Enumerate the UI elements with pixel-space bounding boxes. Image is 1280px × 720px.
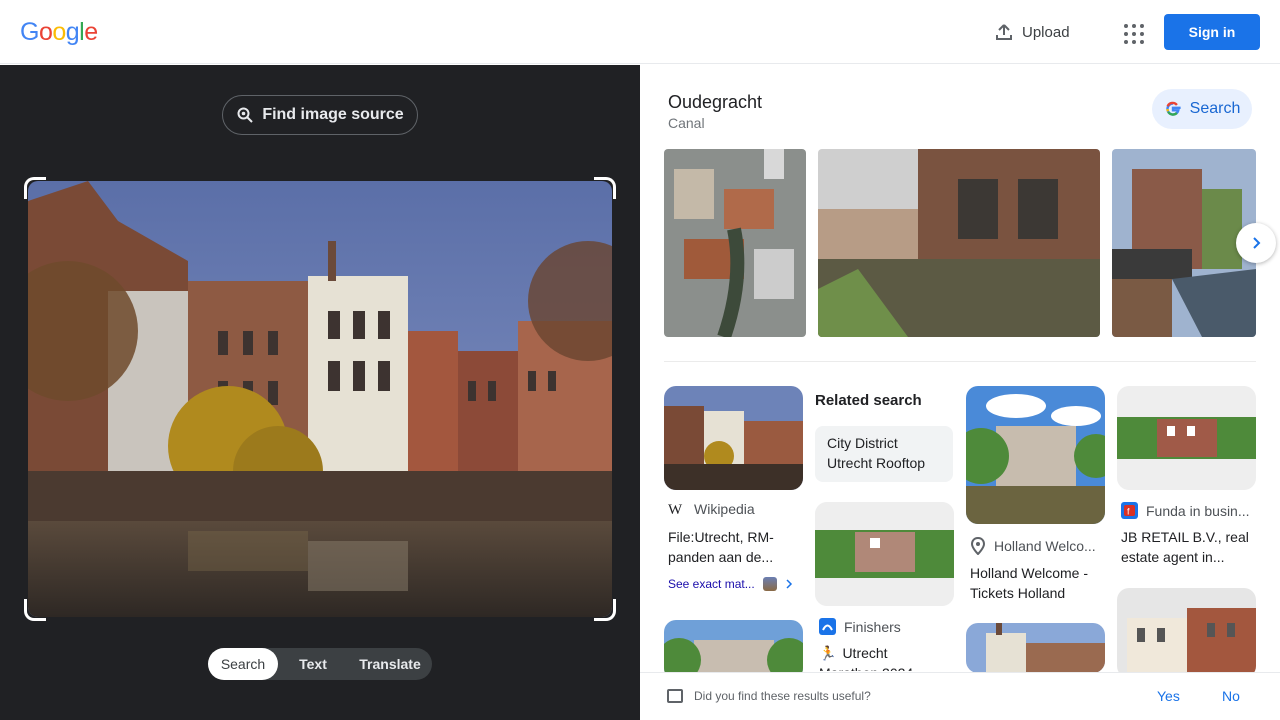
entity-image[interactable] (664, 149, 806, 337)
result-thumbnail[interactable] (815, 502, 954, 606)
crop-handle-bottom-right[interactable] (594, 599, 616, 621)
result-title-text: Utrecht (842, 645, 888, 661)
result-source[interactable]: Finishers (819, 618, 901, 635)
next-images-button[interactable] (1236, 223, 1276, 263)
chip-line: Utrecht Rooftop (827, 455, 926, 471)
upload-label: Upload (1022, 23, 1070, 41)
feedback-no-button[interactable]: No (1222, 688, 1240, 704)
lens-search-icon (237, 107, 254, 123)
source-name: Finishers (844, 618, 901, 635)
feedback-question: Did you find these results useful? (694, 689, 871, 703)
result-source[interactable]: Holland Welco... (970, 537, 1096, 555)
feedback-yes-button[interactable]: Yes (1157, 688, 1180, 704)
source-name: Holland Welco... (994, 538, 1096, 554)
source-name: Funda in busin... (1146, 502, 1250, 519)
find-source-label: Find image source (262, 106, 404, 123)
tab-search[interactable]: Search (208, 648, 278, 680)
runner-icon: 🏃 (819, 645, 837, 661)
logo-letter: o (38, 18, 53, 46)
result-title-line: Marathon 2024 (819, 663, 949, 671)
logo-letter: g (65, 18, 80, 46)
entity-subtitle: Canal (668, 115, 705, 131)
result-title[interactable]: Holland Welcome - Tickets Holland (970, 563, 1110, 603)
crop-handle-top-right[interactable] (594, 177, 616, 199)
results-panel: Oudegracht Canal Search W Wikipedia File… (640, 65, 1280, 720)
result-title-line: File:Utrecht, RM- (668, 529, 774, 545)
feedback-icon (667, 689, 683, 703)
logo-letter: e (84, 18, 98, 46)
chevron-right-icon (786, 579, 792, 589)
crop-handle-top-left[interactable] (24, 177, 46, 199)
finishers-logo-icon (819, 618, 836, 635)
result-thumbnail[interactable] (664, 620, 803, 680)
result-title[interactable]: File:Utrecht, RM- panden aan de... (668, 527, 808, 567)
entity-title[interactable]: Oudegracht (668, 92, 762, 113)
image-query-panel: Find image source Search Text Translate (0, 65, 640, 720)
logo-letter: o (52, 18, 66, 46)
svg-text:W: W (668, 502, 683, 517)
related-search-chip[interactable]: City District Utrecht Rooftop (815, 426, 953, 482)
crop-handle-bottom-left[interactable] (24, 599, 46, 621)
divider (664, 361, 1256, 362)
query-image (28, 181, 612, 617)
upload-button[interactable]: Upload (988, 16, 1076, 48)
top-bar: Google Upload Sign in (0, 0, 1280, 64)
result-title[interactable]: 🏃 Utrecht Marathon 2024 (819, 643, 949, 671)
result-thumbnail[interactable] (966, 623, 1105, 673)
result-thumbnail[interactable] (664, 386, 803, 490)
result-title-line: 🏃 Utrecht (819, 643, 949, 663)
chevron-right-icon (1253, 237, 1261, 249)
result-title-line: Holland Welcome - (970, 565, 1089, 581)
google-search-button[interactable]: Search (1152, 89, 1252, 129)
entity-image[interactable] (1112, 149, 1256, 337)
exact-match-thumbnail (762, 577, 777, 591)
apps-grid-icon[interactable] (1118, 18, 1146, 46)
google-logo[interactable]: Google (20, 18, 98, 47)
upload-icon (996, 24, 1012, 40)
see-exact-matches-label: See exact mat... (668, 577, 755, 591)
entity-image[interactable] (818, 149, 1100, 337)
logo-letter: G (20, 18, 39, 46)
crop-selection[interactable] (24, 177, 616, 621)
location-pin-icon (970, 537, 986, 555)
feedback-bar: Did you find these results useful? Yes N… (640, 672, 1280, 720)
related-search-heading: Related search (815, 392, 922, 409)
result-thumbnail[interactable] (966, 386, 1105, 524)
find-image-source-button[interactable]: Find image source (222, 95, 418, 135)
see-exact-matches-link[interactable]: See exact mat... (668, 577, 793, 591)
tab-translate[interactable]: Translate (348, 648, 432, 680)
result-source[interactable]: W Wikipedia (668, 501, 755, 517)
wikipedia-icon: W (668, 502, 683, 517)
google-search-label: Search (1189, 100, 1241, 117)
result-title-line: estate agent in... (1121, 549, 1225, 565)
chip-line: City District (827, 435, 898, 451)
funda-logo-icon: f (1121, 502, 1138, 519)
google-g-icon (1165, 101, 1181, 116)
result-thumbnail[interactable] (1117, 386, 1256, 490)
result-title[interactable]: JB RETAIL B.V., real estate agent in... (1121, 527, 1261, 567)
result-title-line: Tickets Holland (970, 585, 1066, 601)
source-name: Wikipedia (694, 501, 755, 517)
result-thumbnail[interactable] (1117, 588, 1256, 678)
result-title-line: JB RETAIL B.V., real (1121, 529, 1249, 545)
tab-text[interactable]: Text (278, 648, 348, 680)
mode-tabs: Search Text Translate (208, 648, 432, 680)
result-source[interactable]: f Funda in busin... (1121, 502, 1250, 519)
result-title-line: panden aan de... (668, 549, 774, 565)
sign-in-button[interactable]: Sign in (1164, 14, 1260, 50)
